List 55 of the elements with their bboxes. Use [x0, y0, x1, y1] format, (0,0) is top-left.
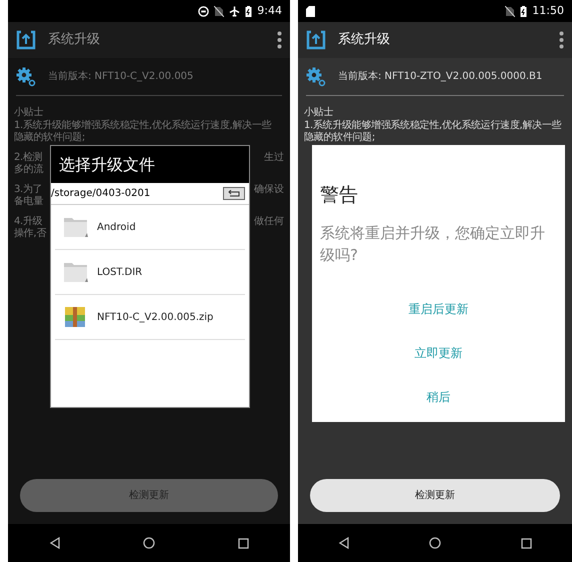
- tip-text: 生过: [264, 152, 284, 164]
- tip-text: 备电量: [14, 196, 44, 208]
- version-text: 当前版本: NFT10-C_V2.00.005: [48, 70, 194, 84]
- folder-icon: [63, 260, 89, 284]
- tip-text: 3.为了: [14, 184, 42, 196]
- settings-icon: [16, 66, 36, 86]
- dialog-title: 警告: [320, 183, 359, 208]
- check-update-button[interactable]: 检测更新: [310, 479, 560, 512]
- do-not-disturb-icon: [198, 6, 210, 16]
- home-icon[interactable]: [143, 537, 156, 549]
- status-time: 9:44: [257, 2, 282, 19]
- upload-icon: [16, 30, 36, 50]
- no-sim-icon: [214, 6, 224, 16]
- app-title: 系统升级: [48, 31, 100, 50]
- tip-text: 2.检测: [14, 152, 42, 164]
- settings-icon: [306, 66, 326, 86]
- tip-text: 确保设: [254, 184, 284, 196]
- version-text: 当前版本: NFT10-ZTO_V2.00.005.0000.B1: [338, 70, 542, 84]
- file-list-item[interactable]: LOST.DIR: [55, 250, 245, 295]
- recents-icon[interactable]: [238, 538, 249, 548]
- tip-text: 1.系统升级能够增强系统稳定性,优化系统运行速度,解决一些: [14, 120, 272, 132]
- file-name: LOST.DIR: [97, 266, 142, 280]
- file-name: Android: [97, 220, 136, 234]
- tip-text: 隐藏的软件问题;: [14, 132, 85, 144]
- back-icon[interactable]: [49, 537, 62, 549]
- back-icon[interactable]: [338, 537, 350, 549]
- home-icon[interactable]: [429, 537, 442, 549]
- tip-text: 做任何: [254, 216, 284, 228]
- dialog-title: 选择升级文件: [59, 154, 155, 176]
- battery-icon: [520, 6, 528, 16]
- return-arrow-icon: [227, 190, 241, 198]
- path-text: /storage/0403-0201: [51, 187, 150, 201]
- tip-text: 小贴士: [304, 107, 334, 120]
- file-name: NFT10-C_V2.00.005.zip: [97, 310, 214, 324]
- tip-text: 操作,否: [14, 228, 46, 240]
- no-sim-icon: [505, 6, 516, 16]
- airplane-icon: [229, 6, 240, 16]
- up-folder-button[interactable]: [223, 187, 245, 200]
- file-list-item[interactable]: NFT10-C_V2.00.005.zip: [55, 295, 245, 340]
- recents-icon[interactable]: [521, 538, 532, 548]
- tip-text: 多的流: [14, 164, 44, 176]
- upload-icon: [306, 30, 326, 50]
- folder-icon: [63, 215, 89, 239]
- status-time: 11:50: [532, 2, 564, 19]
- sd-card-icon: [306, 6, 315, 16]
- tip-text: 4.升级: [14, 216, 42, 228]
- app-title: 系统升级: [338, 31, 390, 50]
- tip-text: 1.系统升级能够增强系统稳定性,优化系统运行速度,解决一些: [304, 120, 562, 132]
- battery-icon: [245, 6, 252, 16]
- file-list-item[interactable]: Android: [55, 205, 245, 250]
- more-menu-icon[interactable]: [559, 31, 564, 49]
- dialog-message: 系统将重启并升级，您确定立即升级吗?: [320, 222, 546, 266]
- tip-text: 隐藏的软件问题;: [304, 132, 375, 144]
- tip-text: 小贴士: [14, 107, 44, 120]
- more-menu-icon[interactable]: [277, 31, 282, 49]
